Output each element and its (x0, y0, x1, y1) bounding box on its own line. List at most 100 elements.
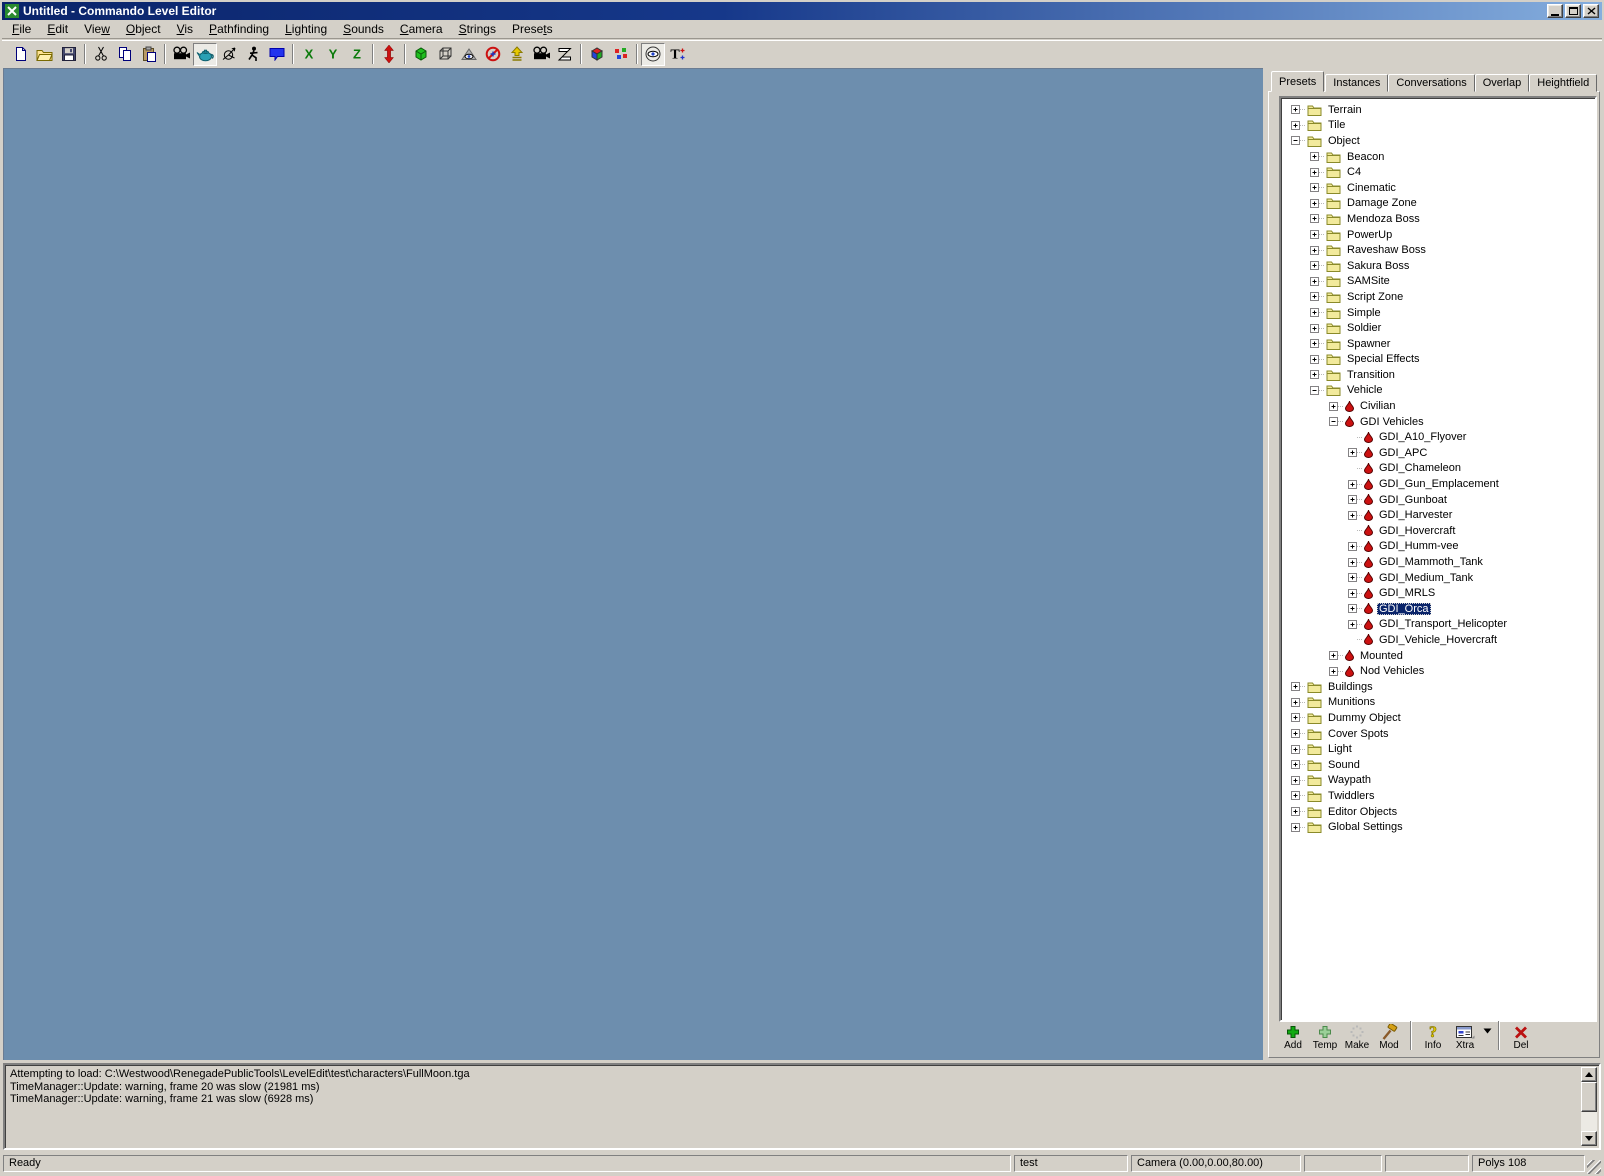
menu-lighting[interactable]: Lighting (277, 20, 335, 38)
tree-toggle-plus[interactable] (1291, 105, 1300, 114)
menu-camera[interactable]: Camera (392, 20, 451, 38)
mod-button[interactable]: Mod (1373, 1021, 1405, 1051)
tab-instances[interactable]: Instances (1325, 74, 1388, 92)
tree-item-label[interactable]: Transition (1345, 369, 1397, 381)
tree-toggle-plus[interactable] (1310, 199, 1319, 208)
tree-item-label[interactable]: GDI_A10_Flyover (1377, 431, 1468, 443)
tree-toggle-plus[interactable] (1291, 745, 1300, 754)
tree-item-label[interactable]: Nod Vehicles (1358, 665, 1426, 677)
tree-item-label[interactable]: Cinematic (1345, 182, 1398, 194)
menu-edit[interactable]: Edit (39, 20, 76, 38)
close-button[interactable] (1583, 4, 1599, 18)
save-button[interactable] (57, 43, 81, 66)
tree-toggle-minus[interactable] (1329, 417, 1338, 426)
open-folder-button[interactable] (33, 43, 57, 66)
orbit-axis-button[interactable] (217, 43, 241, 66)
tree-item-label[interactable]: Beacon (1345, 151, 1386, 163)
ruler-zshape-button[interactable] (553, 43, 577, 66)
tree-item-label[interactable]: GDI_Chameleon (1377, 462, 1463, 474)
text-scale-button[interactable]: T (665, 43, 689, 66)
temp-button[interactable]: Temp (1309, 1021, 1341, 1051)
tree-toggle-plus[interactable] (1329, 651, 1338, 660)
tree-toggle-minus[interactable] (1291, 136, 1300, 145)
tree-toggle-plus[interactable] (1348, 480, 1357, 489)
menu-view[interactable]: View (76, 20, 118, 38)
tree-toggle-plus[interactable] (1310, 370, 1319, 379)
del-button[interactable]: Del (1505, 1021, 1537, 1051)
maximize-button[interactable] (1565, 4, 1581, 18)
minimize-button[interactable] (1547, 4, 1563, 18)
viewport-3d[interactable] (3, 68, 1263, 1060)
tree-item-label[interactable]: GDI_Medium_Tank (1377, 572, 1475, 584)
add-button[interactable]: Add (1277, 1021, 1309, 1051)
tree-toggle-plus[interactable] (1348, 511, 1357, 520)
tree-item-label[interactable]: PowerUp (1345, 229, 1394, 241)
xtra-dropdown-button[interactable] (1481, 1021, 1493, 1040)
tree-item-label[interactable]: Mounted (1358, 650, 1405, 662)
tree-toggle-plus[interactable] (1348, 604, 1357, 613)
tree-toggle-plus[interactable] (1310, 339, 1319, 348)
tree-toggle-plus[interactable] (1310, 355, 1319, 364)
tree-item-label[interactable]: C4 (1345, 166, 1363, 178)
tree-toggle-plus[interactable] (1348, 542, 1357, 551)
tree-toggle-plus[interactable] (1291, 791, 1300, 800)
tree-toggle-plus[interactable] (1348, 448, 1357, 457)
tree-item-label[interactable]: Global Settings (1326, 821, 1405, 833)
cut-scissors-button[interactable] (89, 43, 113, 66)
menu-object[interactable]: Object (118, 20, 169, 38)
tree-toggle-plus[interactable] (1329, 402, 1338, 411)
tree-toggle-plus[interactable] (1291, 682, 1300, 691)
tree-item-label[interactable]: Object (1326, 135, 1362, 147)
tree-toggle-plus[interactable] (1291, 698, 1300, 707)
tree-item-label[interactable]: Damage Zone (1345, 197, 1419, 209)
tree-toggle-plus[interactable] (1291, 776, 1300, 785)
tree-toggle-plus[interactable] (1310, 183, 1319, 192)
tree-item-label[interactable]: GDI_Hovercraft (1377, 525, 1457, 537)
camera-path-button[interactable] (529, 43, 553, 66)
menu-file[interactable]: File (4, 20, 39, 38)
tab-overlap[interactable]: Overlap (1475, 74, 1530, 92)
xtra-button[interactable]: Xtra (1449, 1021, 1481, 1051)
tree-toggle-plus[interactable] (1348, 495, 1357, 504)
info-button[interactable]: ?Info (1417, 1021, 1449, 1051)
tree-toggle-plus[interactable] (1348, 589, 1357, 598)
tree-item-label[interactable]: Sound (1326, 759, 1362, 771)
tree-item-label[interactable]: Cover Spots (1326, 728, 1391, 740)
color-dots-button[interactable] (609, 43, 633, 66)
menu-pathfinding[interactable]: Pathfinding (201, 20, 277, 38)
tree-item-label[interactable]: Simple (1345, 307, 1383, 319)
tree-toggle-plus[interactable] (1291, 121, 1300, 130)
tree-toggle-plus[interactable] (1348, 573, 1357, 582)
tree-item-label[interactable]: GDI_Transport_Helicopter (1377, 618, 1509, 630)
tab-heightfield[interactable]: Heightfield (1529, 74, 1597, 92)
tree-toggle-plus[interactable] (1291, 823, 1300, 832)
tree-item-label[interactable]: Script Zone (1345, 291, 1405, 303)
y-axis-button[interactable]: Y (321, 43, 345, 66)
tree-toggle-plus[interactable] (1310, 214, 1319, 223)
tree-item-label[interactable]: GDI_Harvester (1377, 509, 1454, 521)
tree-item-label[interactable]: Dummy Object (1326, 712, 1403, 724)
tree-item-label[interactable]: Soldier (1345, 322, 1383, 334)
tree-item-label[interactable]: Raveshaw Boss (1345, 244, 1428, 256)
menu-sounds[interactable]: Sounds (335, 20, 392, 38)
tree-toggle-plus[interactable] (1310, 261, 1319, 270)
log-scrollbar[interactable] (1581, 1067, 1597, 1146)
presets-tree[interactable]: TerrainTileObjectBeaconC4CinematicDamage… (1279, 96, 1597, 1022)
teapot-render-button[interactable] (193, 43, 217, 66)
tree-item-label[interactable]: Buildings (1326, 681, 1375, 693)
tree-item-label[interactable]: Light (1326, 743, 1354, 755)
tree-item-label[interactable]: Vehicle (1345, 384, 1384, 396)
circled-eye-button[interactable] (641, 43, 665, 66)
tab-conversations[interactable]: Conversations (1388, 74, 1474, 92)
tree-toggle-plus[interactable] (1291, 729, 1300, 738)
tree-toggle-plus[interactable] (1291, 760, 1300, 769)
menu-strings[interactable]: Strings (451, 20, 504, 38)
tree-item-label[interactable]: Editor Objects (1326, 806, 1399, 818)
tree-toggle-plus[interactable] (1310, 230, 1319, 239)
walk-figure-button[interactable] (241, 43, 265, 66)
tree-item-label[interactable]: GDI_Orca (1377, 603, 1431, 615)
menu-presets[interactable]: Presets (504, 20, 561, 38)
tree-item-label[interactable]: SAMSite (1345, 275, 1392, 287)
tree-item-label[interactable]: Twiddlers (1326, 790, 1376, 802)
tree-item-label[interactable]: Spawner (1345, 338, 1392, 350)
